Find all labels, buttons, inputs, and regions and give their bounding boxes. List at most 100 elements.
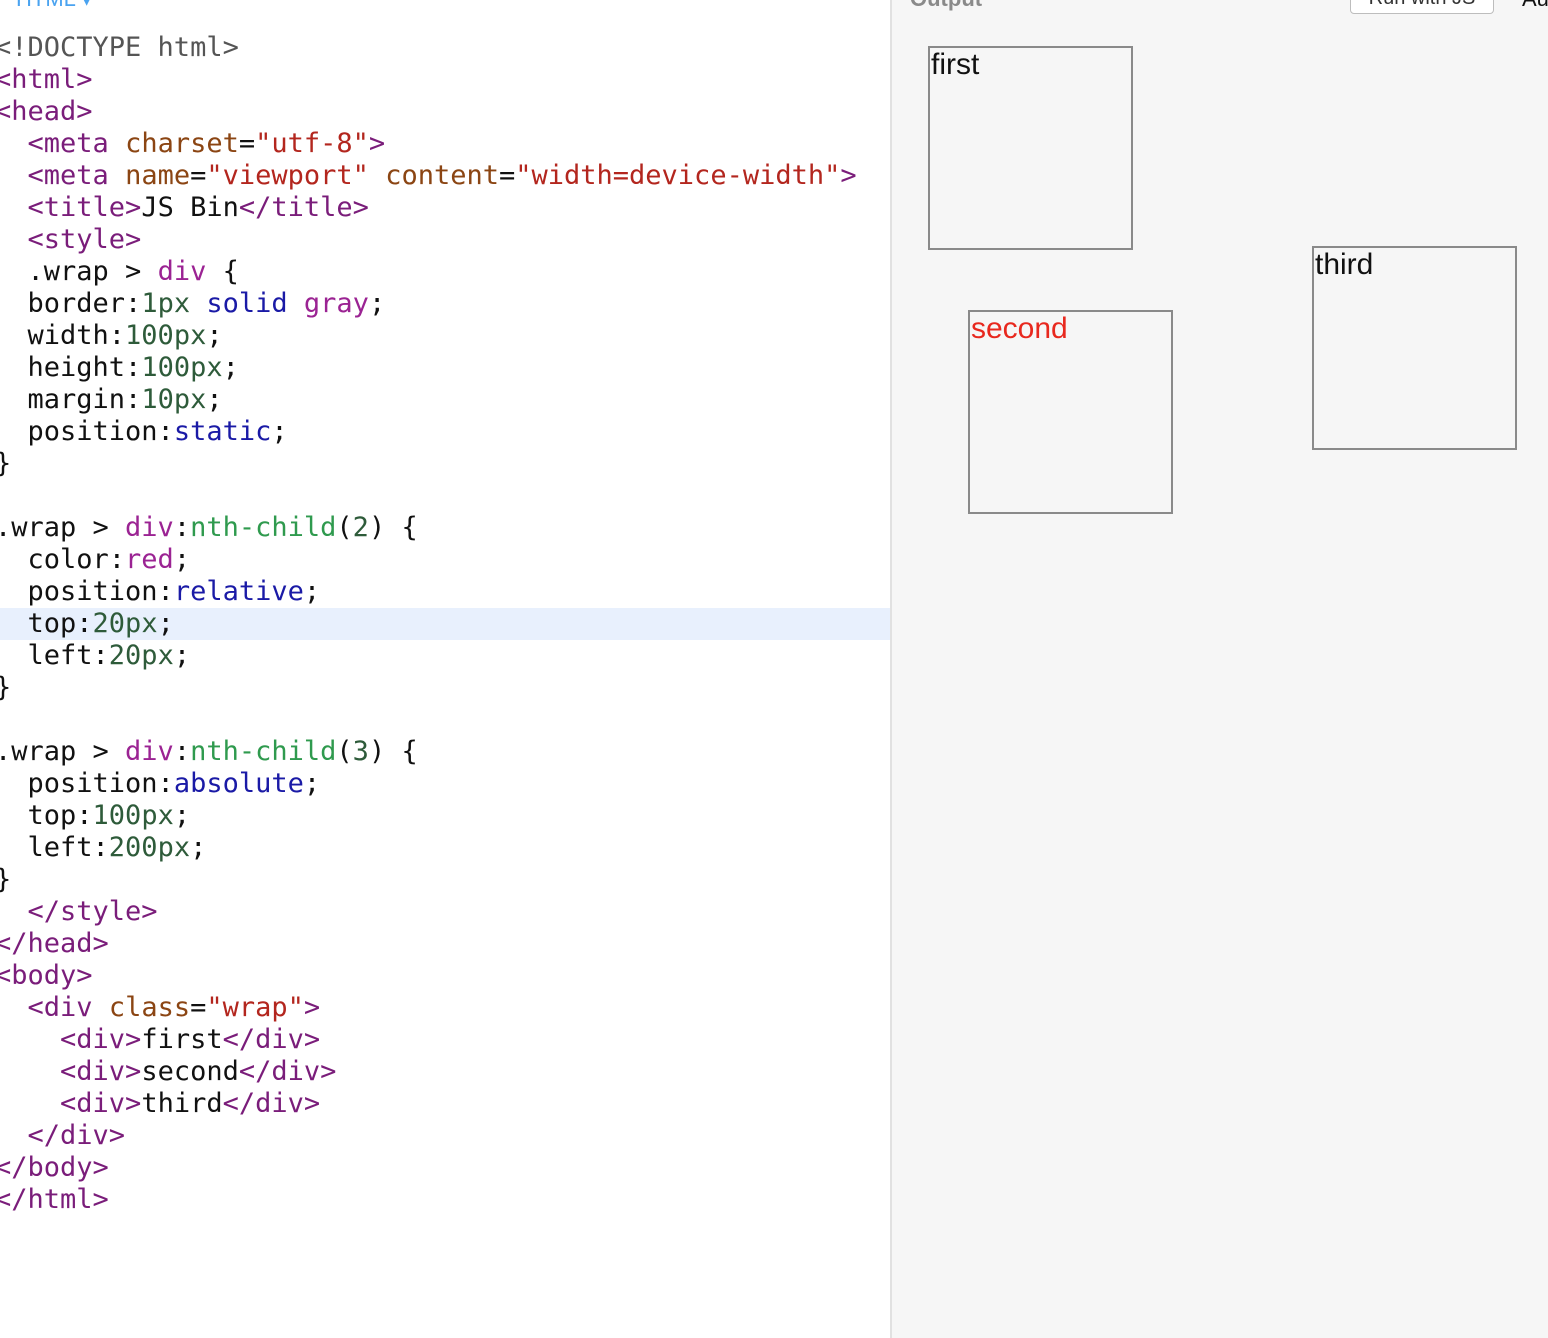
code-line[interactable]: <title>JS Bin</title> bbox=[0, 192, 890, 224]
output-panel-label: Output bbox=[910, 0, 982, 12]
code-line[interactable]: <body> bbox=[0, 960, 890, 992]
code-token: : bbox=[173, 512, 191, 543]
code-line[interactable]: border:1px solid gray; bbox=[0, 288, 890, 320]
code-token: height: bbox=[0, 352, 142, 383]
code-token: 2 bbox=[352, 512, 369, 543]
code-token: charset bbox=[125, 128, 239, 159]
code-token: position: bbox=[0, 416, 174, 447]
code-token: </title> bbox=[238, 192, 369, 223]
code-token: nth-child bbox=[190, 736, 337, 767]
code-token: 1px bbox=[141, 288, 191, 319]
code-token: "wrap" bbox=[206, 992, 304, 1023]
code-line[interactable]: <div>third</div> bbox=[0, 1088, 890, 1120]
code-line[interactable]: <head> bbox=[0, 96, 890, 128]
code-line[interactable]: <style> bbox=[0, 224, 890, 256]
code-token: ; bbox=[222, 352, 239, 383]
html-panel-tab[interactable]: HTML ▾ bbox=[16, 0, 92, 12]
active-code-line[interactable]: top:20px; bbox=[0, 608, 890, 640]
run-with-js-button[interactable]: Run with JS bbox=[1350, 0, 1494, 14]
code-line[interactable]: </body> bbox=[0, 1152, 890, 1184]
code-line[interactable]: height:100px; bbox=[0, 352, 890, 384]
code-line[interactable]: position:relative; bbox=[0, 576, 890, 608]
code-token: ( bbox=[336, 736, 353, 767]
code-line[interactable]: <!DOCTYPE html> bbox=[0, 32, 890, 64]
code-line[interactable]: top:100px; bbox=[0, 800, 890, 832]
code-token: = bbox=[190, 160, 207, 191]
code-line[interactable]: color:red; bbox=[0, 544, 890, 576]
code-line[interactable]: <div>first</div> bbox=[0, 1024, 890, 1056]
code-token: name bbox=[125, 160, 191, 191]
code-line[interactable]: position:static; bbox=[0, 416, 890, 448]
auto-run-label[interactable]: Au bbox=[1522, 0, 1548, 12]
code-line[interactable]: .wrap > div:nth-child(2) { bbox=[0, 512, 890, 544]
code-line[interactable]: </head> bbox=[0, 928, 890, 960]
code-line[interactable]: </html> bbox=[0, 1184, 890, 1216]
code-token: first bbox=[141, 1024, 223, 1055]
code-line[interactable]: <meta charset="utf-8"> bbox=[0, 128, 890, 160]
output-box-third: third bbox=[1312, 246, 1517, 450]
code-token: ( bbox=[336, 512, 353, 543]
code-line[interactable]: </style> bbox=[0, 896, 890, 928]
code-token: left: bbox=[0, 832, 109, 863]
html-editor-panel[interactable]: HTML ▾ <!DOCTYPE html><html><head> <meta… bbox=[0, 0, 890, 1338]
code-line[interactable]: .wrap > div { bbox=[0, 256, 890, 288]
code-line[interactable]: position:absolute; bbox=[0, 768, 890, 800]
code-line[interactable] bbox=[0, 704, 890, 736]
code-token: 100px bbox=[92, 800, 174, 831]
code-token: </head> bbox=[0, 928, 109, 959]
code-line[interactable]: <html> bbox=[0, 64, 890, 96]
code-line[interactable]: } bbox=[0, 672, 890, 704]
code-line[interactable]: } bbox=[0, 448, 890, 480]
code-token: 20px bbox=[108, 640, 174, 671]
code-line[interactable]: <meta name="viewport" content="width=dev… bbox=[0, 160, 890, 192]
code-token: = bbox=[190, 992, 207, 1023]
code-token: <div> bbox=[60, 1088, 142, 1119]
code-token: ; bbox=[173, 640, 191, 671]
code-token: relative bbox=[173, 576, 304, 607]
code-editor[interactable]: <!DOCTYPE html> <html> <head> <meta charse… bbox=[0, 32, 890, 1216]
code-token: </html> bbox=[0, 1184, 109, 1215]
code-token: ; bbox=[206, 384, 223, 415]
code-line[interactable] bbox=[0, 480, 890, 512]
code-token: absolute bbox=[173, 768, 304, 799]
code-line[interactable]: margin:10px; bbox=[0, 384, 890, 416]
code-token: <html> bbox=[0, 64, 93, 95]
code-line[interactable]: .wrap > div:nth-child(3) { bbox=[0, 736, 890, 768]
code-token: = bbox=[238, 128, 256, 159]
code-token: gray bbox=[303, 288, 369, 319]
code-token: red bbox=[125, 544, 174, 575]
code-line[interactable]: } bbox=[0, 864, 890, 896]
code-line[interactable]: left:200px; bbox=[0, 832, 890, 864]
code-token: ) { bbox=[368, 736, 418, 767]
code-token: margin: bbox=[0, 384, 142, 415]
code-line[interactable]: left:20px; bbox=[0, 640, 890, 672]
code-token: </div> bbox=[238, 1056, 337, 1087]
code-token: ) { bbox=[368, 512, 418, 543]
jsbin-app: HTML ▾ <!DOCTYPE html><html><head> <meta… bbox=[0, 0, 1548, 1338]
code-line[interactable]: <div>second</div> bbox=[0, 1056, 890, 1088]
code-token: } bbox=[0, 448, 11, 479]
code-token: top: bbox=[0, 800, 93, 831]
code-token: 100px bbox=[141, 352, 223, 383]
code-token: <!DOCTYPE html> bbox=[0, 32, 239, 63]
code-token: .wrap > bbox=[0, 512, 126, 543]
output-box-second: second bbox=[968, 310, 1173, 514]
code-line[interactable]: width:100px; bbox=[0, 320, 890, 352]
code-token: > bbox=[368, 128, 386, 159]
code-token: = bbox=[498, 160, 516, 191]
code-line[interactable]: <div class="wrap"> bbox=[0, 992, 890, 1024]
code-token: content bbox=[385, 160, 499, 191]
code-line[interactable]: </div> bbox=[0, 1120, 890, 1152]
code-token: color: bbox=[0, 544, 126, 575]
